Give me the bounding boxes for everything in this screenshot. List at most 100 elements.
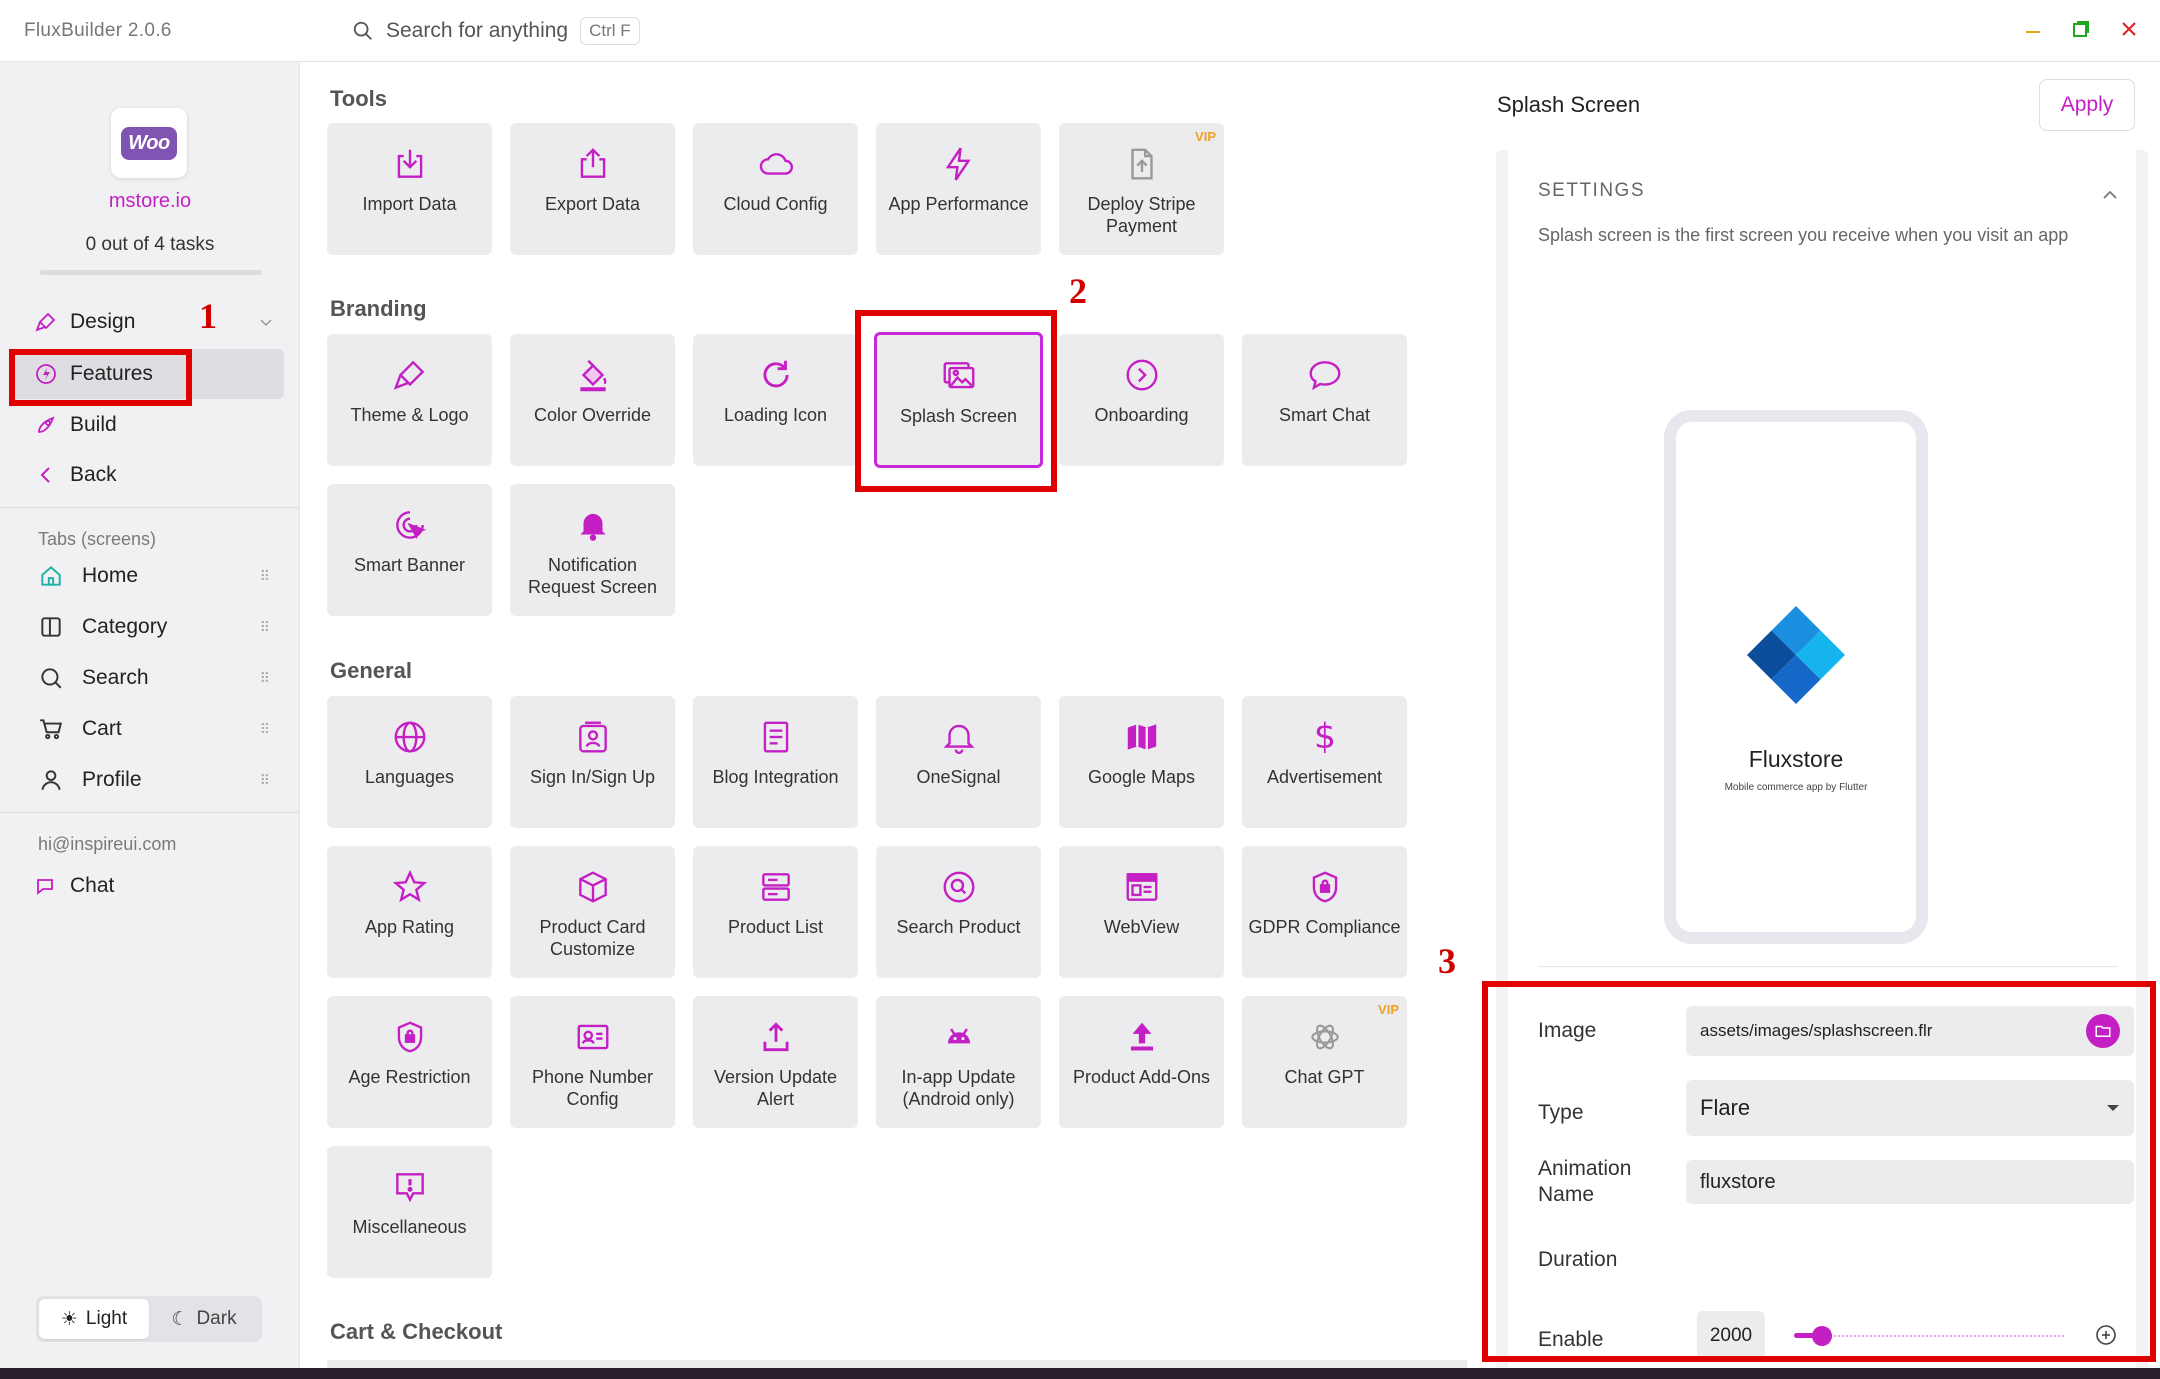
card-label: OneSignal — [916, 767, 1001, 787]
global-search[interactable]: Search for anything Ctrl F — [352, 14, 640, 48]
app-title: FluxBuilder 2.0.6 — [24, 20, 172, 41]
minimize-button[interactable] — [2018, 14, 2048, 44]
card-label: Languages — [364, 767, 455, 787]
card-label: WebView — [1103, 917, 1180, 937]
card-blog-integration[interactable]: Blog Integration — [693, 696, 858, 828]
bell-icon — [579, 513, 606, 541]
card-label: Smart Banner — [353, 555, 466, 575]
card-import-data[interactable]: Import Data — [327, 123, 492, 255]
nav-build-label: Build — [70, 413, 117, 436]
drag-handle-icon[interactable]: ⠿ — [260, 772, 270, 789]
store-name[interactable]: mstore.io — [0, 190, 300, 213]
theme-light-option[interactable]: ☀ Light — [39, 1299, 149, 1339]
card-search-product[interactable]: Search Product — [876, 846, 1041, 978]
card-gdpr-compliance[interactable]: GDPR Compliance — [1242, 846, 1407, 978]
card-onesignal[interactable]: OneSignal — [876, 696, 1041, 828]
search-circle-icon — [943, 871, 974, 903]
nav-back[interactable]: Back — [34, 455, 117, 495]
card-loading-icon[interactable]: Loading Icon — [693, 334, 858, 466]
tab-profile[interactable]: Profile ⠿ — [38, 760, 270, 800]
card-product-card-customize[interactable]: Product Card Customize — [510, 846, 675, 978]
sidebar-divider — [0, 812, 300, 813]
settings-header[interactable]: SETTINGS — [1538, 180, 1645, 202]
card-label: Cloud Config — [723, 194, 828, 214]
card-in-app-update[interactable]: In-app Update (Android only) — [876, 996, 1041, 1128]
title-bar: FluxBuilder 2.0.6 Search for anything Ct… — [0, 0, 2160, 62]
card-product-add-ons[interactable]: Product Add-Ons — [1059, 996, 1224, 1128]
tab-home-label: Home — [82, 564, 139, 587]
globe-icon — [394, 721, 425, 753]
tab-search[interactable]: Search ⠿ — [38, 658, 270, 698]
openai-icon — [1310, 1024, 1339, 1050]
card-deploy-stripe-payment[interactable]: VIP Deploy Stripe Payment — [1059, 123, 1224, 255]
tab-cart[interactable]: Cart ⠿ — [38, 709, 270, 749]
card-theme-logo[interactable]: Theme & Logo — [327, 334, 492, 466]
nav-design[interactable]: Design — [34, 302, 274, 342]
annotation-number-2: 2 — [1069, 271, 1087, 311]
chevron-up-icon[interactable] — [2100, 185, 2120, 205]
theme-dark-option[interactable]: ☾ Dark — [149, 1299, 259, 1339]
card-app-performance[interactable]: App Performance — [876, 123, 1041, 255]
panel-title: Splash Screen — [1497, 92, 1641, 117]
preview-tagline: Mobile commerce app by Flutter — [1724, 782, 1868, 793]
card-languages[interactable]: Languages — [327, 696, 492, 828]
card-webview[interactable]: WebView — [1059, 846, 1224, 978]
section-general-title: General — [330, 658, 412, 683]
import-icon — [397, 149, 422, 178]
close-button[interactable] — [2114, 14, 2144, 44]
tab-home[interactable]: Home ⠿ — [38, 556, 270, 596]
sun-icon: ☀ — [60, 1308, 78, 1330]
card-label: Smart Chat — [1278, 405, 1371, 425]
file-upload-icon — [1130, 148, 1153, 180]
card-label: Import Data — [362, 194, 457, 214]
export-icon — [580, 148, 605, 178]
phone-preview: Fluxstore Mobile commerce app by Flutter — [1664, 410, 1928, 944]
card-label: GDPR Compliance — [1248, 917, 1401, 937]
theme-toggle[interactable]: ☀ Light ☾ Dark — [36, 1296, 262, 1342]
tab-category[interactable]: Category ⠿ — [38, 607, 270, 647]
card-smart-chat[interactable]: Smart Chat — [1242, 334, 1407, 466]
card-color-override[interactable]: Color Override — [510, 334, 675, 466]
drag-handle-icon[interactable]: ⠿ — [260, 721, 270, 738]
shield-lock-icon — [1312, 871, 1337, 903]
card-sign-in-sign-up[interactable]: Sign In/Sign Up — [510, 696, 675, 828]
nav-chat[interactable]: Chat — [34, 866, 114, 906]
nav-build[interactable]: Build — [34, 405, 117, 445]
card-miscellaneous[interactable]: Miscellaneous — [327, 1146, 492, 1278]
section-branding-title: Branding — [330, 296, 427, 321]
tasks-progress-text: 0 out of 4 tasks — [85, 234, 215, 255]
category-icon — [41, 617, 61, 637]
settings-divider — [1538, 966, 2118, 967]
tab-category-label: Category — [82, 615, 168, 638]
search-placeholder[interactable]: Search for anything — [386, 19, 568, 43]
browser-icon — [1126, 873, 1157, 901]
card-onboarding[interactable]: Onboarding — [1059, 334, 1224, 466]
drag-handle-icon[interactable]: ⠿ — [260, 568, 270, 585]
card-notification-request-screen[interactable]: Notification Request Screen — [510, 484, 675, 616]
card-label: Version Update Alert — [713, 1067, 838, 1109]
apply-button[interactable]: Apply — [2039, 79, 2135, 131]
card-age-restriction[interactable]: Age Restriction — [327, 996, 492, 1128]
card-advertisement[interactable]: $ Advertisement — [1242, 696, 1407, 828]
card-version-update-alert[interactable]: Version Update Alert — [693, 996, 858, 1128]
card-cloud-config[interactable]: Cloud Config — [693, 123, 858, 255]
card-google-maps[interactable]: Google Maps — [1059, 696, 1224, 828]
rocket-icon — [38, 416, 55, 433]
card-export-data[interactable]: Export Data — [510, 123, 675, 255]
maximize-icon — [2073, 21, 2089, 37]
card-smart-banner[interactable]: Smart Banner — [327, 484, 492, 616]
woo-logo-icon: Woo — [121, 126, 177, 160]
maximize-button[interactable] — [2066, 14, 2096, 44]
card-chat-gpt[interactable]: VIP Chat GPT — [1242, 996, 1407, 1128]
card-phone-number-config[interactable]: Phone Number Config — [510, 996, 675, 1128]
card-app-rating[interactable]: App Rating — [327, 846, 492, 978]
cursor-click-icon — [395, 511, 426, 539]
taskbar-strip — [0, 1368, 2160, 1379]
card-product-list[interactable]: Product List — [693, 846, 858, 978]
drag-handle-icon[interactable]: ⠿ — [260, 619, 270, 636]
drag-handle-icon[interactable]: ⠿ — [260, 670, 270, 687]
section-tools-title: Tools — [330, 86, 388, 111]
map-icon — [1127, 724, 1156, 750]
card-label: Product Add-Ons — [1072, 1067, 1211, 1087]
store-logo: Woo — [111, 108, 187, 178]
